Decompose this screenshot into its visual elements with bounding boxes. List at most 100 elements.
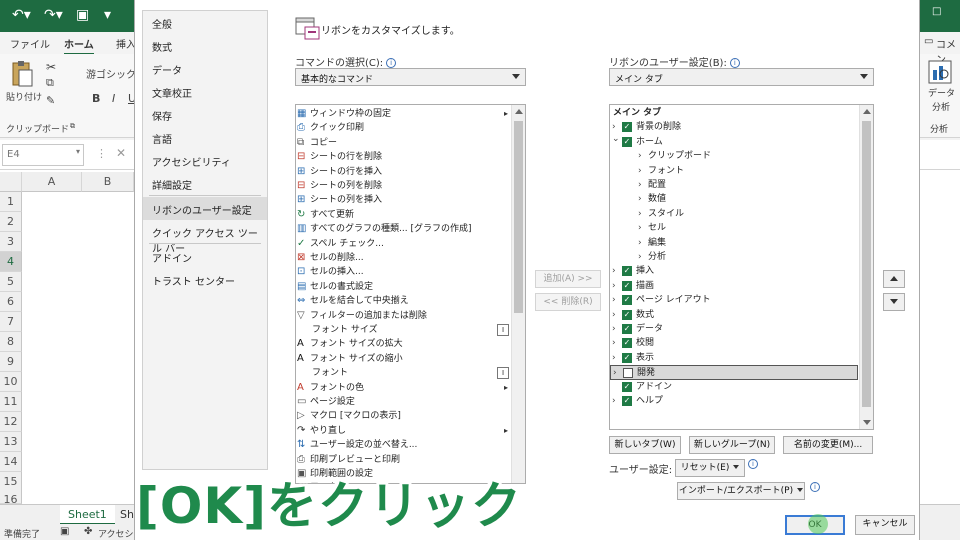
sheet-tab-sheet1[interactable]: Sheet1 <box>60 505 115 525</box>
row-header[interactable]: 15 <box>0 472 22 492</box>
expand-icon[interactable]: › <box>638 178 642 192</box>
command-item[interactable]: ⊞ シートの列を挿入 <box>296 193 510 207</box>
chevron-down-icon[interactable]: ▾ <box>76 147 80 156</box>
scroll-thumb[interactable] <box>514 121 523 313</box>
checkbox[interactable]: ✓ <box>622 266 632 277</box>
checkbox[interactable]: ✓ <box>622 122 632 133</box>
info-icon[interactable]: i <box>386 58 397 68</box>
tree-scrollbar[interactable] <box>859 105 873 429</box>
bold-button[interactable]: B <box>92 92 100 105</box>
command-item[interactable]: ⊟ シートの行を削除 <box>296 150 510 164</box>
select-all-corner[interactable] <box>0 172 22 192</box>
command-item[interactable]: ▥ すべてのグラフの種類... [グラフの作成] <box>296 222 510 236</box>
expand-icon[interactable]: › <box>612 351 616 365</box>
ribbon-tree-item[interactable]: › ✓ 挿入 <box>610 264 858 278</box>
ribbon-tree-item[interactable]: ⌄ ✓ ホーム <box>610 134 858 149</box>
data-analysis-icon[interactable] <box>928 60 952 84</box>
ribbon-tree-item[interactable]: › 編集 <box>610 236 858 250</box>
command-item[interactable]: ↷ やり直し ▸ <box>296 424 510 438</box>
expand-icon[interactable]: › <box>638 250 642 264</box>
accessibility-icon[interactable]: ✤ <box>84 526 92 537</box>
ribbon-tree-item[interactable]: › フォント <box>610 164 858 178</box>
row-header[interactable]: 11 <box>0 392 22 412</box>
info-icon[interactable]: i <box>748 459 758 469</box>
ribbon-tree-item[interactable]: › ✓ 校閲 <box>610 336 858 350</box>
checkbox[interactable]: ✓ <box>622 338 632 349</box>
row-header[interactable]: 16 <box>0 490 22 506</box>
nav-data[interactable]: データ <box>143 57 267 80</box>
data-analysis-label-1[interactable]: データ <box>928 86 955 99</box>
expand-icon[interactable]: › <box>638 236 642 250</box>
command-item[interactable]: ↻ すべて更新 <box>296 208 510 222</box>
command-item[interactable]: ✓ スペル チェック... <box>296 237 510 251</box>
ribbon-tree-item[interactable]: › ✓ 表示 <box>610 351 858 365</box>
scroll-thumb[interactable] <box>862 121 871 407</box>
column-header-a[interactable]: A <box>22 172 82 192</box>
expand-icon[interactable]: › <box>612 308 616 322</box>
redo-icon[interactable]: ↷▾ <box>44 7 63 23</box>
commands-scrollbar[interactable] <box>511 105 525 483</box>
row-header[interactable]: 8 <box>0 332 22 352</box>
ribbon-tree-item[interactable]: ✓ アドイン <box>610 380 858 394</box>
comment-icon[interactable]: ▭ <box>924 36 933 47</box>
font-name-box[interactable]: 游ゴシック <box>86 66 136 81</box>
macro-record-icon[interactable]: ▣ <box>60 526 69 537</box>
row-header[interactable]: 3 <box>0 232 22 252</box>
command-item[interactable]: ⊡ セルの挿入... <box>296 265 510 279</box>
sheet-tab-2[interactable]: Sh <box>120 508 134 521</box>
nav-accessibility[interactable]: アクセシビリティ <box>143 149 267 172</box>
cancel-entry-icon[interactable]: ✕ <box>116 146 126 160</box>
command-item[interactable]: A フォントの色 ▸ <box>296 381 510 395</box>
expand-icon[interactable]: › <box>612 336 616 350</box>
ribbon-tree-item[interactable]: › 数値 <box>610 192 858 206</box>
ribbon-tree-item[interactable]: › セル <box>610 221 858 235</box>
command-item[interactable]: ⊞ シートの行を挿入 <box>296 165 510 179</box>
checkbox[interactable] <box>623 368 633 379</box>
paste-label[interactable]: 貼り付け <box>6 90 42 103</box>
command-item[interactable]: ⎙ クイック印刷 <box>296 121 510 135</box>
command-item[interactable]: ⧉ コピー <box>296 136 510 150</box>
nav-formulas[interactable]: 数式 <box>143 34 267 57</box>
info-icon[interactable]: i <box>729 58 740 68</box>
command-item[interactable]: フォント サイズ I <box>296 323 510 337</box>
save-icon[interactable]: ▣ <box>76 7 89 23</box>
expand-icon[interactable]: › <box>638 149 642 163</box>
expand-icon[interactable]: › <box>613 366 617 380</box>
command-item[interactable]: フォント I <box>296 366 510 380</box>
row-header[interactable]: 5 <box>0 272 22 292</box>
ribbon-tree-item[interactable]: › ✓ データ <box>610 322 858 336</box>
nav-customize-ribbon[interactable]: リボンのユーザー設定 <box>143 197 267 220</box>
nav-proofing[interactable]: 文章校正 <box>143 80 267 103</box>
checkbox[interactable]: ✓ <box>622 324 632 334</box>
info-icon[interactable]: i <box>810 482 820 492</box>
cancel-button[interactable]: キャンセル <box>855 515 915 535</box>
ribbon-tree-item[interactable]: › ✓ 描画 <box>610 279 858 293</box>
checkbox[interactable]: ✓ <box>622 136 632 147</box>
command-item[interactable]: A フォント サイズの縮小 <box>296 352 510 366</box>
command-item[interactable]: ⇔ セルを結合して中央揃え <box>296 294 510 308</box>
ribbon-tree-item[interactable]: › 配置 <box>610 178 858 192</box>
copy-icon[interactable]: ⧉ <box>46 76 54 90</box>
add-button[interactable]: 追加(A) >> <box>535 270 601 288</box>
command-item[interactable]: A フォント サイズの拡大 <box>296 337 510 351</box>
checkbox[interactable]: ✓ <box>622 396 632 406</box>
customize-qat-icon[interactable]: ▾ <box>104 7 111 23</box>
command-item[interactable]: ▦ ウィンドウ枠の固定 ▸ <box>296 107 510 121</box>
row-header[interactable]: 1 <box>0 192 22 212</box>
column-header-b[interactable]: B <box>82 172 134 192</box>
row-header[interactable]: 12 <box>0 412 22 432</box>
customize-ribbon-dropdown[interactable]: メイン タブ <box>609 68 874 86</box>
expand-icon[interactable]: › <box>638 221 642 235</box>
nav-save[interactable]: 保存 <box>143 103 267 126</box>
format-painter-icon[interactable]: ✎ <box>46 94 55 107</box>
checkbox[interactable]: ✓ <box>622 352 632 363</box>
scroll-up-icon[interactable] <box>863 109 871 114</box>
checkbox[interactable]: ✓ <box>622 309 632 320</box>
status-accessibility[interactable]: アクセシ <box>98 527 134 540</box>
nav-add-ins[interactable]: アドイン <box>143 245 267 268</box>
nav-language[interactable]: 言語 <box>143 126 267 149</box>
nav-general[interactable]: 全般 <box>143 11 267 34</box>
rename-button[interactable]: 名前の変更(M)... <box>783 436 873 454</box>
expand-icon[interactable]: › <box>612 322 616 336</box>
italic-button[interactable]: I <box>112 92 115 105</box>
